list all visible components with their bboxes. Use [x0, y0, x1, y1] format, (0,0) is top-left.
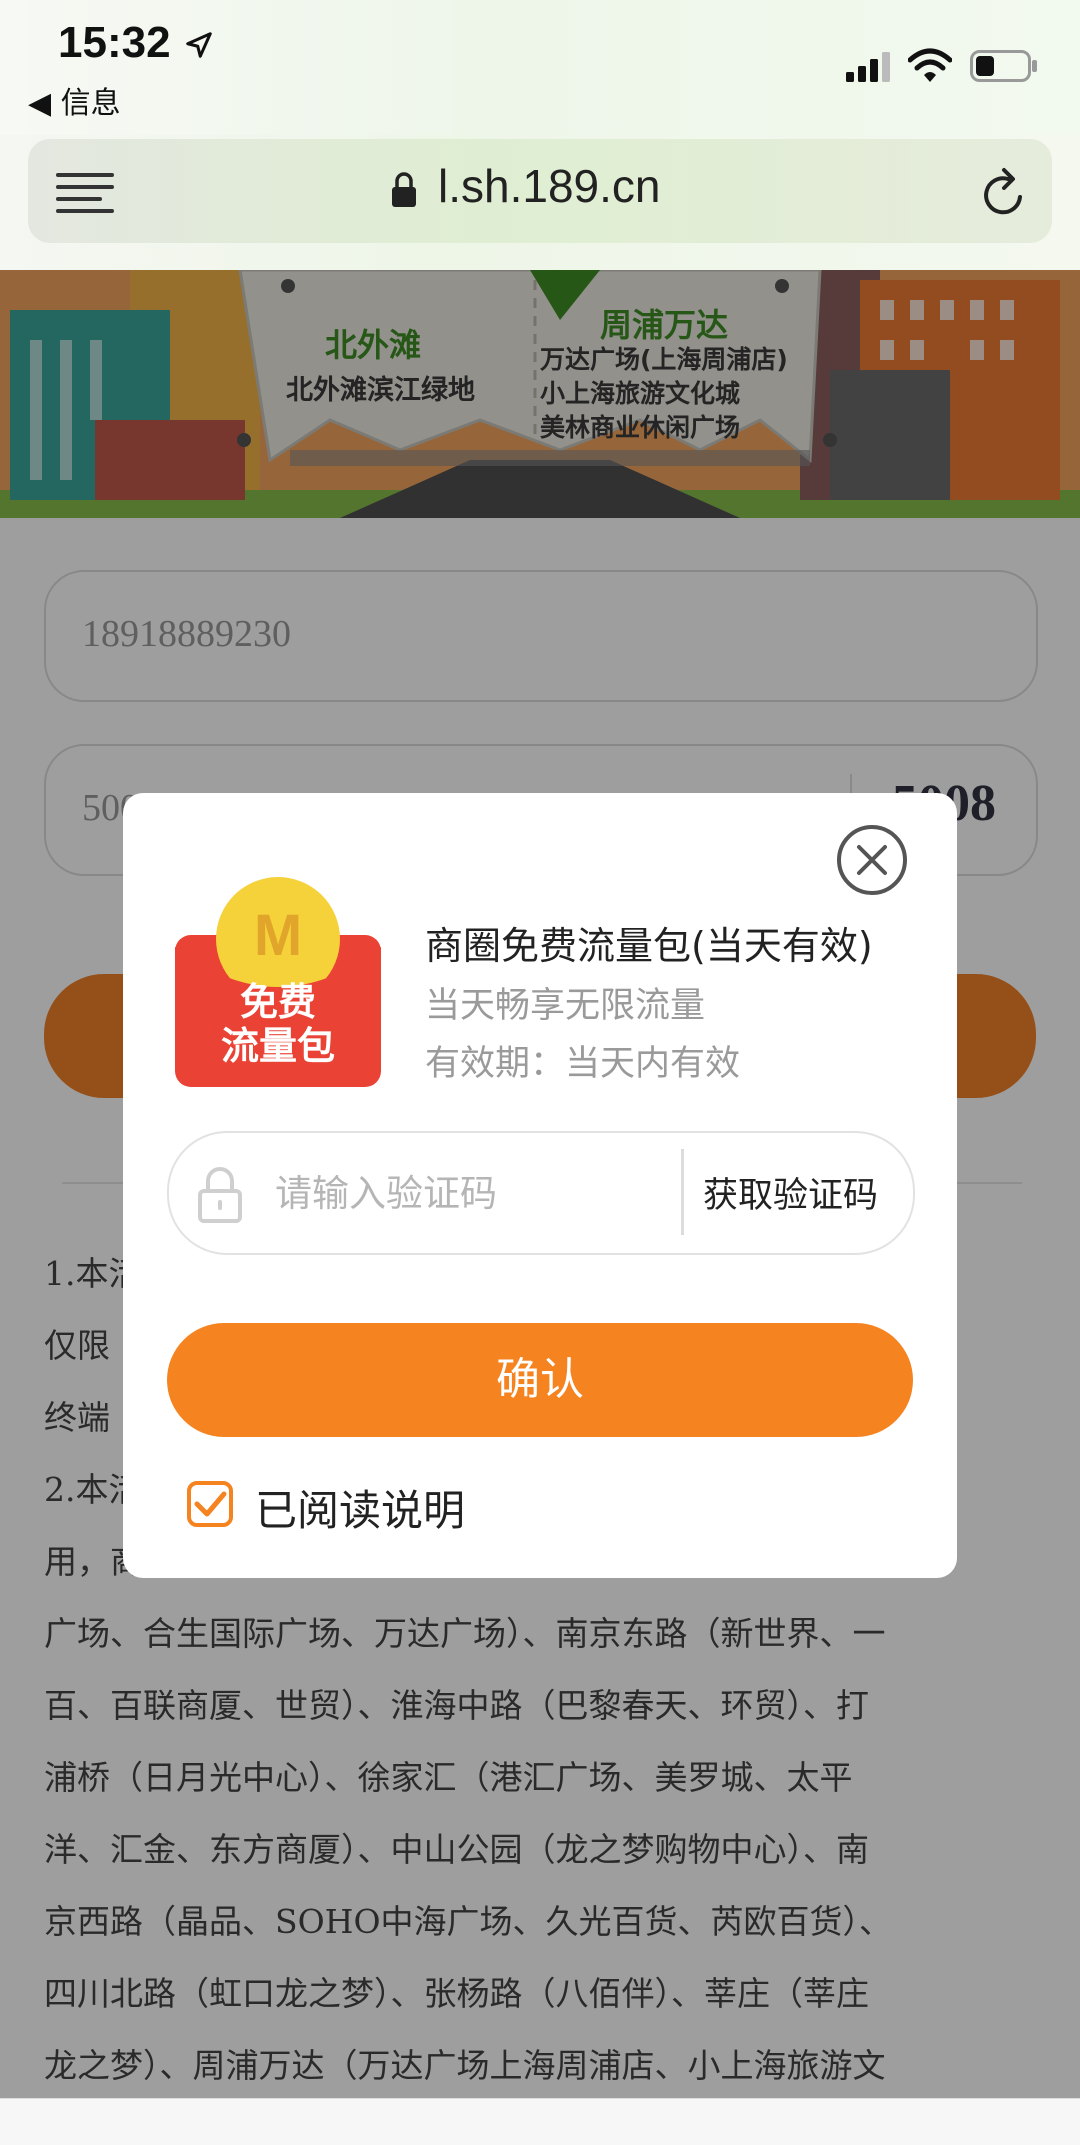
address-bar[interactable]: l.sh.189.cn: [28, 139, 1052, 243]
package-icon-line1: 免费: [240, 980, 316, 1024]
signal-icon: [846, 52, 890, 82]
confirm-button[interactable]: 确认: [167, 1323, 913, 1437]
status-bar: 15:32 ◀ 信息: [0, 0, 1080, 135]
package-description: 当天畅享无限流量: [425, 986, 706, 1026]
browser-bottom-bar: [0, 2098, 1080, 2145]
location-arrow-icon: [186, 32, 212, 58]
package-icon-line2: 流量包: [221, 1024, 335, 1068]
back-to-app-link[interactable]: ◀ 信息: [28, 78, 121, 122]
lock-icon: [198, 1167, 242, 1223]
input-separator: [681, 1149, 684, 1235]
menu-icon[interactable]: [56, 173, 114, 213]
url-text[interactable]: l.sh.189.cn: [438, 159, 660, 213]
verification-code-input[interactable]: [273, 1159, 637, 1227]
get-code-button[interactable]: 获取验证码: [703, 1167, 878, 1218]
browser-toolbar: l.sh.189.cn: [0, 135, 1080, 270]
battery-icon: [970, 50, 1037, 82]
agree-label[interactable]: 已阅读说明: [255, 1477, 465, 1538]
package-icon-letter: M: [254, 903, 302, 968]
reload-icon[interactable]: [980, 167, 1028, 219]
checkbox-checked-icon[interactable]: [187, 1481, 233, 1527]
status-time: 15:32: [58, 18, 171, 67]
package-title: 商圈免费流量包(当天有效): [425, 924, 873, 968]
verification-modal: M 免费 流量包 商圈免费流量包(当天有效) 当天畅享无限流量 有效期：当天内有…: [123, 793, 957, 1578]
wifi-icon: [908, 48, 952, 82]
lock-icon: [392, 172, 416, 207]
verification-code-box: 获取验证码: [167, 1131, 915, 1255]
package-validity: 有效期：当天内有效: [425, 1044, 741, 1084]
free-data-package-icon: M 免费 流量包: [175, 877, 381, 1087]
close-icon[interactable]: [835, 823, 909, 897]
